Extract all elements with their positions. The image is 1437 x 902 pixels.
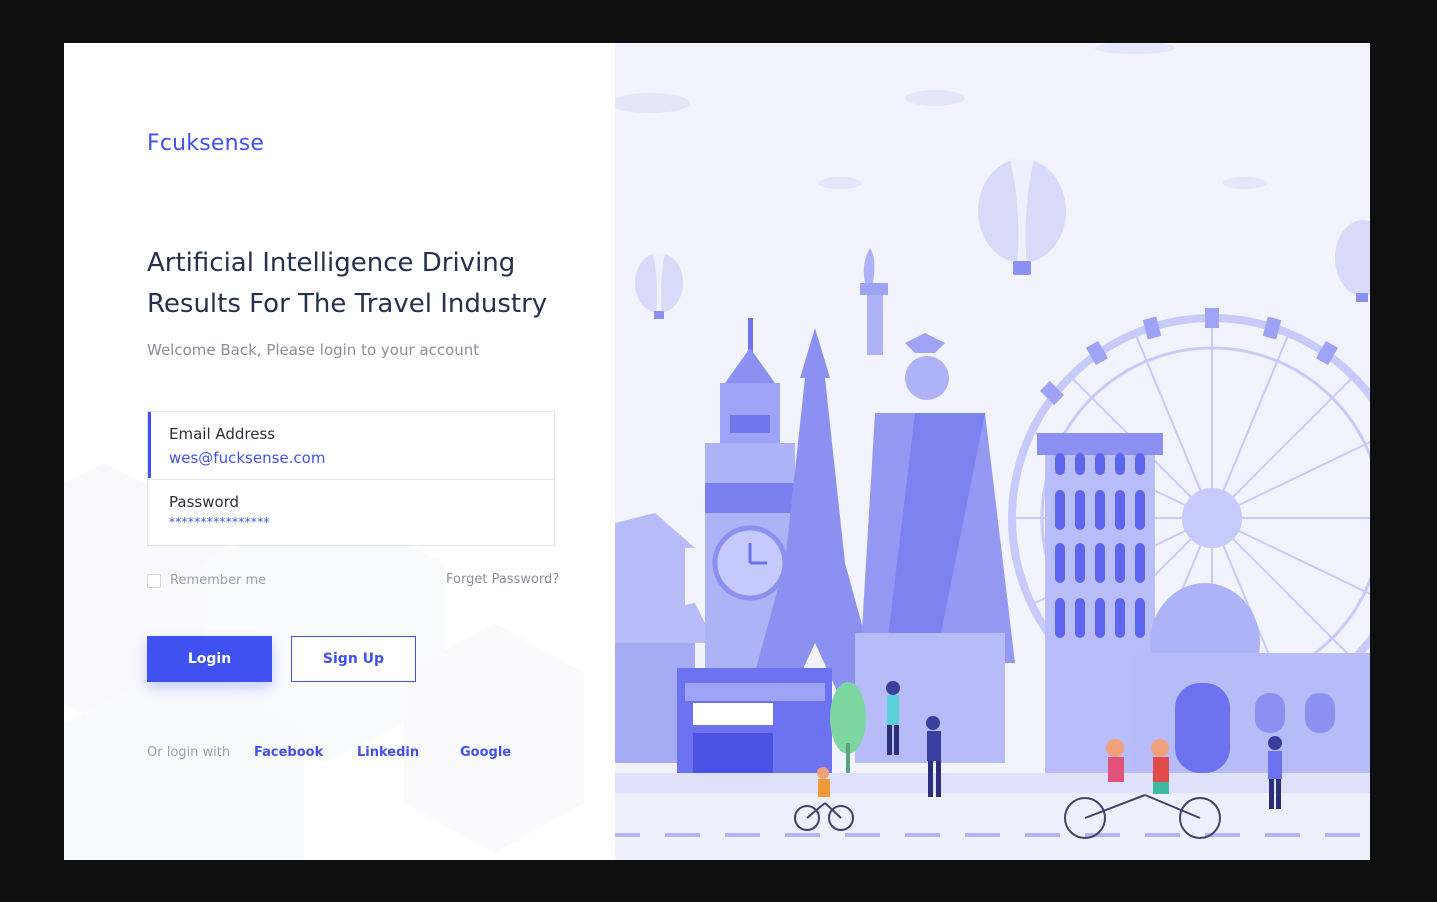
email-field[interactable]: Email Address wes@fucksense.com [148,412,554,478]
remember-me[interactable]: Remember me [147,573,266,588]
brand-logo: Fcuksense [147,131,265,156]
login-form: Email Address wes@fucksense.com Password… [147,411,555,546]
login-panel: Fcuksense Artificial Intelligence Drivin… [64,43,615,860]
login-card: Fcuksense Artificial Intelligence Drivin… [64,43,1370,860]
email-input[interactable]: wes@fucksense.com [169,449,325,467]
signup-button[interactable]: Sign Up [291,636,416,682]
welcome-text: Welcome Back, Please login to your accou… [147,341,480,359]
remember-label: Remember me [170,573,267,588]
statue-of-liberty [855,248,1015,763]
facebook-login-link[interactable]: Facebook [254,745,323,760]
password-input[interactable]: **************** [169,515,270,529]
login-button[interactable]: Login [147,636,272,682]
forgot-password-link[interactable]: Forget Password? [446,572,559,587]
illustration-panel [615,43,1370,860]
linkedin-login-link[interactable]: Linkedin [357,745,419,760]
google-login-link[interactable]: Google [460,745,511,760]
password-label: Password [169,493,240,511]
remember-checkbox[interactable] [147,573,161,588]
balloon-icon [978,159,1066,275]
shop-building [677,668,832,778]
travel-landmarks-illustration [615,43,1370,860]
taj-mahal [1135,583,1370,773]
social-login-label: Or login with [147,745,231,760]
page-headline: Artificial Intelligence Driving Results … [147,248,548,319]
email-label: Email Address [169,425,276,443]
password-field[interactable]: Password **************** [148,479,554,546]
